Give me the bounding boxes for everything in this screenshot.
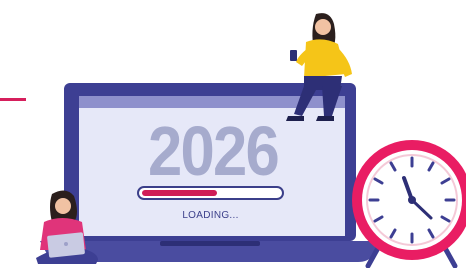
- woman-with-laptop-icon: [36, 190, 98, 264]
- illustration: 2026 LOADING...: [0, 0, 466, 268]
